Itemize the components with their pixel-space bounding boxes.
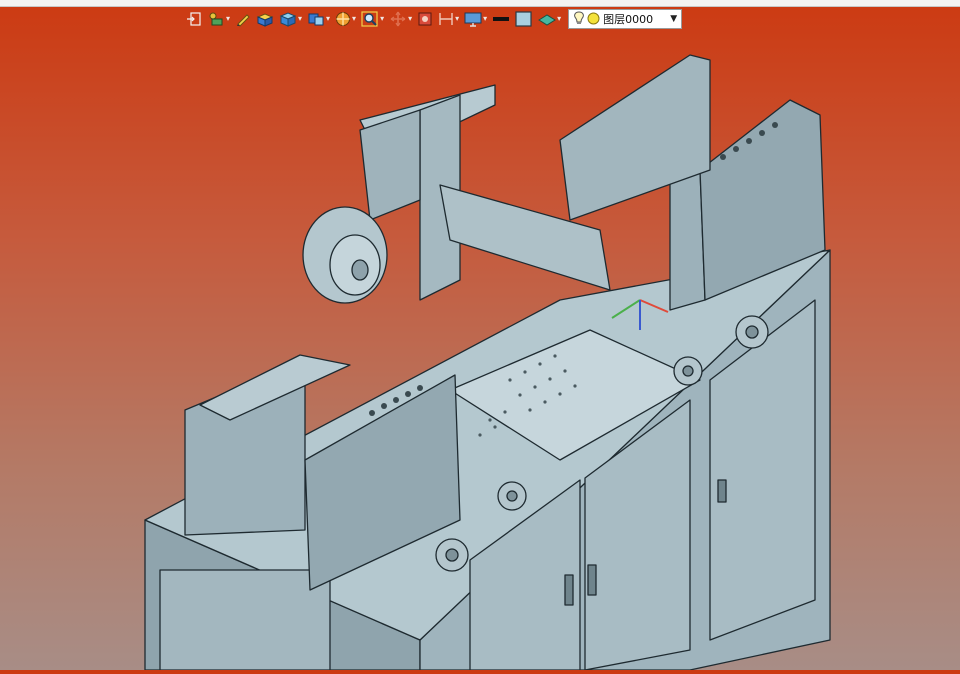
component-caret[interactable]: ▾ xyxy=(226,14,230,24)
frame-button[interactable]: ▾ xyxy=(438,8,459,30)
line-style-button[interactable] xyxy=(492,8,510,30)
frame-icon xyxy=(438,11,454,27)
layer-visible-icon[interactable] xyxy=(573,10,585,29)
move-button[interactable]: ▾ xyxy=(389,8,412,30)
box-stack-button[interactable] xyxy=(256,8,274,30)
layer-color-caret[interactable]: ▾ xyxy=(557,14,561,24)
display-button[interactable]: ▾ xyxy=(464,8,487,30)
display-icon xyxy=(464,11,482,27)
box-stack-icon xyxy=(256,11,274,27)
component-icon xyxy=(207,11,225,27)
machine-model xyxy=(144,54,831,671)
move-caret[interactable]: ▾ xyxy=(408,14,412,24)
zoom-caret[interactable]: ▾ xyxy=(380,14,384,24)
render-button[interactable]: ▾ xyxy=(335,8,356,30)
component-button[interactable]: ▾ xyxy=(207,8,230,30)
door-left xyxy=(159,569,331,671)
view-orient-caret[interactable]: ▾ xyxy=(326,14,330,24)
zoom-fit-icon xyxy=(361,11,379,27)
right-module-side xyxy=(669,169,706,311)
color-fill-icon xyxy=(515,11,533,27)
layer-name: 图层0000 xyxy=(603,13,654,26)
layer-color-icon xyxy=(538,11,557,27)
insert-icon xyxy=(186,11,202,27)
sketch-button[interactable] xyxy=(235,8,251,30)
zoom-fit-button[interactable]: ▾ xyxy=(361,8,384,30)
layer-sun-icon[interactable] xyxy=(587,10,600,29)
section-button[interactable] xyxy=(417,8,433,30)
door-handle xyxy=(587,564,597,596)
view-orient-button[interactable]: ▾ xyxy=(307,8,330,30)
layer-dropdown-caret[interactable]: ▼ xyxy=(670,14,677,24)
pen-icon xyxy=(235,11,251,27)
frame-caret[interactable]: ▾ xyxy=(455,14,459,24)
render-caret[interactable]: ▾ xyxy=(352,14,356,24)
layer-select[interactable]: 图层0000 ▼ xyxy=(568,9,683,29)
section-icon xyxy=(417,11,433,27)
door-handle xyxy=(717,479,727,503)
reel-center xyxy=(351,259,369,281)
color-fill-button[interactable] xyxy=(515,8,533,30)
move-icon xyxy=(389,11,407,27)
window-title-strip xyxy=(0,0,960,7)
layer-color-button[interactable]: ▾ xyxy=(538,8,561,30)
gantry-carriage xyxy=(359,109,421,221)
door-handle xyxy=(564,574,574,606)
view-cube-icon xyxy=(307,11,325,27)
insert-button[interactable] xyxy=(186,8,202,30)
toolbar: ▾ ▾ ▾ ▾ ▾ ▾ ▾ ▾ ▾ 图层0000 ▼ xyxy=(186,8,683,30)
render-icon xyxy=(335,11,351,27)
3d-viewport[interactable] xyxy=(0,32,960,671)
cube-button[interactable]: ▾ xyxy=(279,8,302,30)
cube-caret[interactable]: ▾ xyxy=(298,14,302,24)
cube-icon xyxy=(279,11,297,27)
display-caret[interactable]: ▾ xyxy=(483,14,487,24)
line-style-icon xyxy=(492,11,510,27)
